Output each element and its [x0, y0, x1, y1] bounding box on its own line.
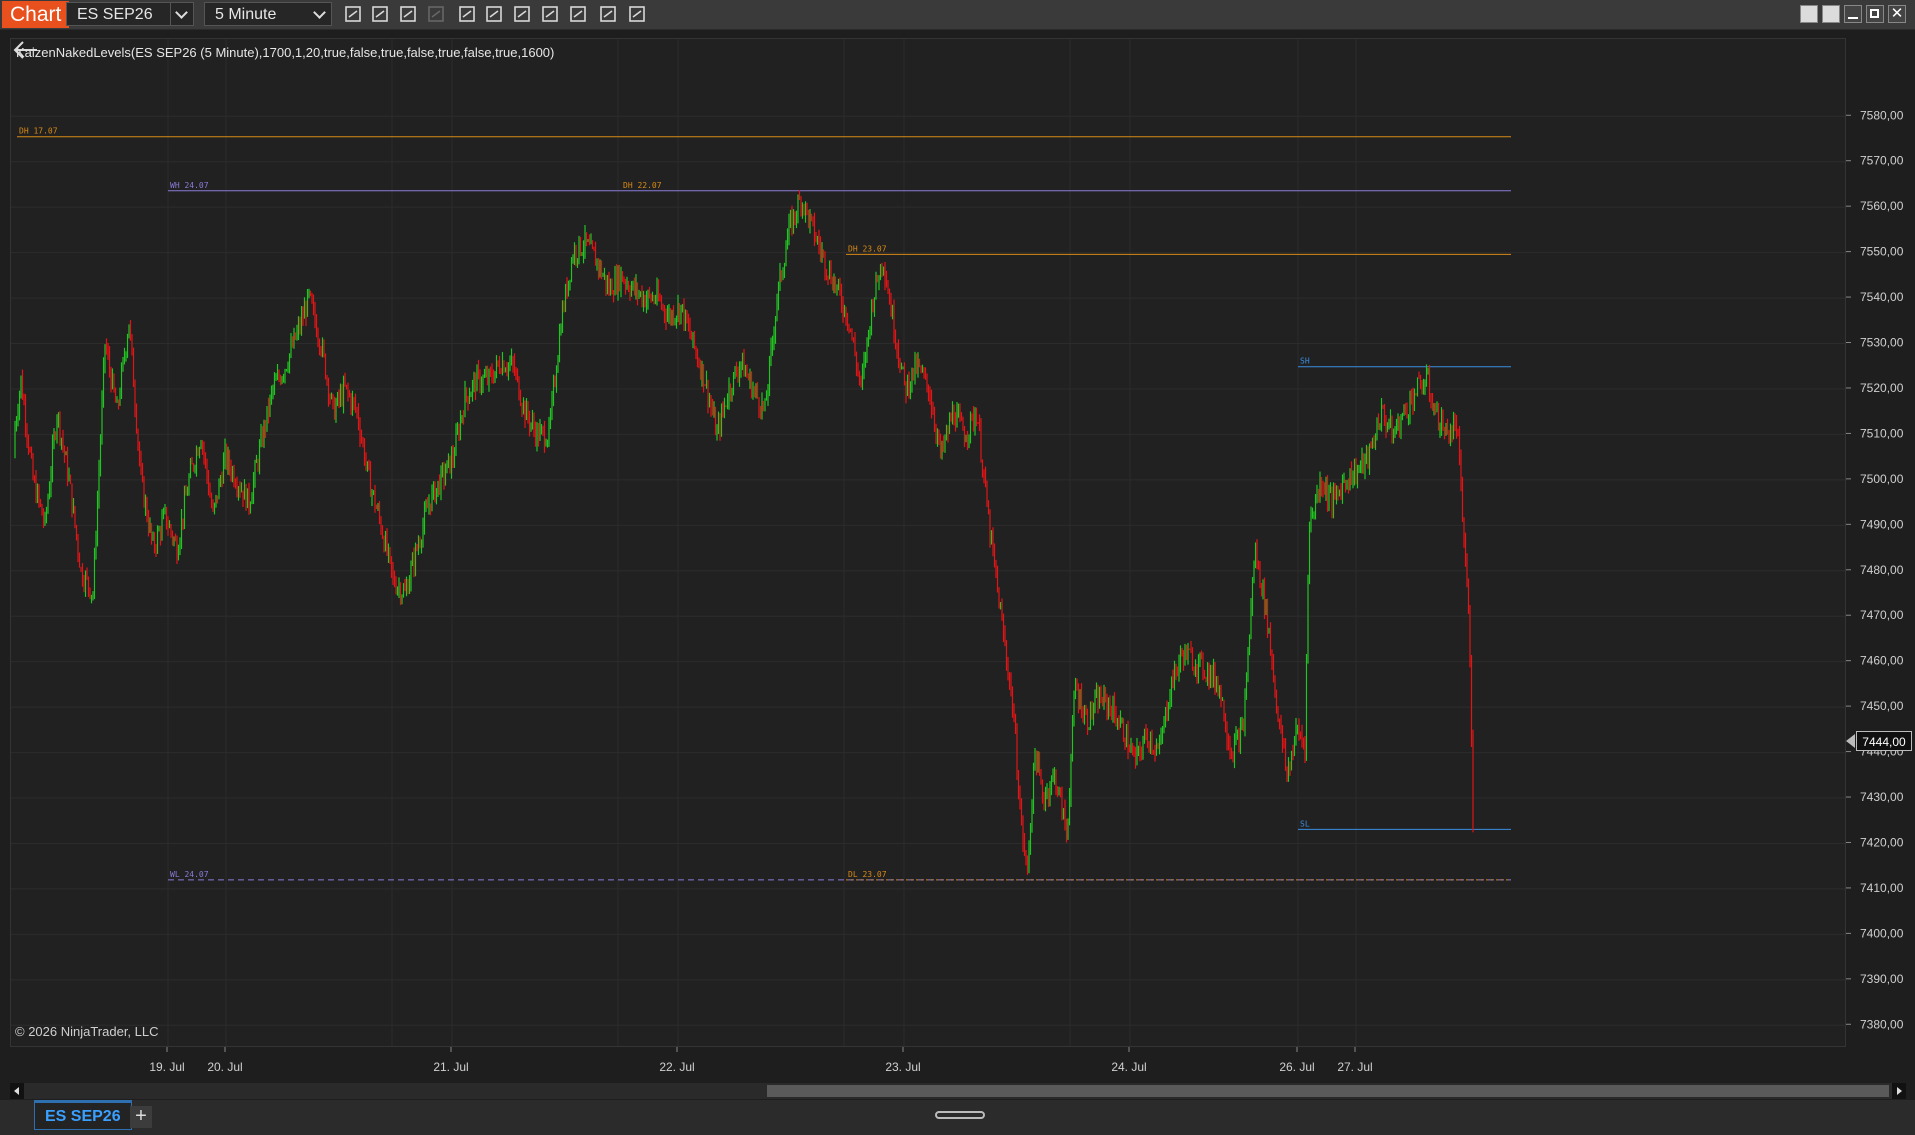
price-tick-label: 7380,00: [1860, 1017, 1904, 1031]
window-tile2-icon[interactable]: [1822, 5, 1840, 23]
price-tick-label: 7480,00: [1860, 563, 1904, 577]
scroll-right-button[interactable]: [1892, 1083, 1906, 1099]
time-tick-label: 26. Jul: [1279, 1060, 1314, 1074]
chart-window-label: Chart: [2, 1, 70, 28]
bar-type-icon[interactable]: [341, 3, 365, 25]
zoom-out-icon[interactable]: [424, 3, 448, 25]
price-tick-label: 7540,00: [1860, 290, 1904, 304]
zoom-in-icon[interactable]: [396, 3, 420, 25]
maximize-glyph: [1870, 9, 1879, 18]
chevron-down-icon: [313, 6, 326, 19]
chart-tab-bar: ES SEP26 +: [0, 1100, 1915, 1135]
properties-icon[interactable]: [510, 3, 534, 25]
price-tick-label: 7410,00: [1860, 881, 1904, 895]
price-axis[interactable]: 7580,00 7570,00 7560,00 7550,00 7540,00 7530,…: [1846, 38, 1915, 1047]
cursor-icon[interactable]: [455, 3, 479, 25]
price-tick-label: 7390,00: [1860, 972, 1904, 986]
price-tick-label: 7450,00: [1860, 699, 1904, 713]
time-tick-label: 27. Jul: [1337, 1060, 1372, 1074]
candlesticks: [14, 190, 1474, 875]
horizontal-scrollbar[interactable]: [10, 1083, 1906, 1099]
price-axis-canvas: 7580,00 7570,00 7560,00 7550,00 7540,00 7530,…: [1846, 108, 1904, 1031]
window-tile-icon[interactable]: [1800, 5, 1818, 23]
arrow-right-icon: [1897, 1087, 1902, 1095]
price-tick-label: 7550,00: [1860, 245, 1904, 259]
back-arrow-icon[interactable]: [11, 39, 41, 61]
level-label: WH 24.07: [170, 181, 209, 190]
price-tick-label: 7420,00: [1860, 835, 1904, 849]
time-tick-label: 24. Jul: [1111, 1060, 1146, 1074]
time-tick-label: 21. Jul: [433, 1060, 468, 1074]
instrument-value: ES SEP26: [77, 6, 153, 23]
indicator-label: KaizenNakedLevels(ES SEP26 (5 Minute),17…: [16, 45, 555, 60]
price-tick-label: 7470,00: [1860, 608, 1904, 622]
chart-canvas: DH 17.07 WH 24.07 DH 22.07 DH 23.07 SH SL WL 2…: [11, 39, 1845, 1046]
interval-dropdown-button[interactable]: [309, 3, 331, 25]
price-tick-label: 7490,00: [1860, 517, 1904, 531]
price-tick-label: 7460,00: [1860, 654, 1904, 668]
add-tab-button[interactable]: +: [130, 1106, 152, 1128]
time-axis[interactable]: 19. Jul 20. Jul 21. Jul 22. Jul 23. Jul 24. J…: [10, 1047, 1846, 1083]
minimize-icon[interactable]: [1844, 5, 1862, 23]
arrow-left-icon: [14, 1087, 19, 1095]
scroll-left-button[interactable]: [10, 1083, 24, 1099]
level-label: DH 22.07: [623, 181, 662, 190]
resize-handle[interactable]: [935, 1111, 985, 1119]
chart-toolbar: Chart ES SEP26 5 Minute ✕: [0, 0, 1915, 30]
indicators-icon[interactable]: [538, 3, 562, 25]
level-label: WL 24.07: [170, 870, 209, 879]
time-tick-label: 19. Jul: [149, 1060, 184, 1074]
chevron-down-icon: [175, 6, 188, 19]
data-box-icon[interactable]: [482, 3, 506, 25]
time-tick-label: 20. Jul: [207, 1060, 242, 1074]
interval-selector[interactable]: 5 Minute: [204, 2, 332, 26]
price-pointer: [1846, 734, 1855, 748]
time-tick-label: 23. Jul: [885, 1060, 920, 1074]
draw-pencil-icon[interactable]: [368, 3, 392, 25]
price-tick-label: 7430,00: [1860, 790, 1904, 804]
price-tick-label: 7400,00: [1860, 926, 1904, 940]
price-tick-label: 7520,00: [1860, 381, 1904, 395]
level-label: DL 23.07: [848, 870, 887, 879]
level-label: DH 17.07: [19, 127, 58, 136]
menu-icon[interactable]: [625, 3, 649, 25]
interval-value: 5 Minute: [215, 6, 277, 23]
price-tick-label: 7510,00: [1860, 426, 1904, 440]
instrument-dropdown-button[interactable]: [170, 3, 193, 25]
level-label: SL: [1300, 819, 1310, 828]
instrument-selector[interactable]: ES SEP26: [66, 2, 194, 26]
price-tick-label: 7570,00: [1860, 154, 1904, 168]
time-tick-label: 22. Jul: [659, 1060, 694, 1074]
copyright-text: © 2026 NinjaTrader, LLC: [15, 1024, 159, 1039]
price-tick-label: 7500,00: [1860, 472, 1904, 486]
time-axis-canvas: 19. Jul 20. Jul 21. Jul 22. Jul 23. Jul 24. J…: [149, 1047, 1373, 1074]
minimize-glyph: [1848, 17, 1858, 19]
maximize-icon[interactable]: [1866, 5, 1884, 23]
price-tick-label: 7560,00: [1860, 199, 1904, 213]
scrollbar-thumb[interactable]: [767, 1085, 1889, 1097]
tab-es-sep26[interactable]: ES SEP26: [34, 1100, 132, 1130]
templates-icon[interactable]: [596, 3, 620, 25]
strategies-icon[interactable]: [566, 3, 590, 25]
price-tick-label: 7530,00: [1860, 336, 1904, 350]
level-label: DH 23.07: [848, 244, 887, 253]
price-tick-label: 7580,00: [1860, 108, 1904, 122]
close-icon[interactable]: ✕: [1888, 5, 1906, 23]
current-price-marker: 7444,00: [1856, 731, 1912, 751]
level-label: SH: [1300, 357, 1310, 366]
price-chart[interactable]: DH 17.07 WH 24.07 DH 22.07 DH 23.07 SH SL WL 2…: [10, 38, 1846, 1047]
